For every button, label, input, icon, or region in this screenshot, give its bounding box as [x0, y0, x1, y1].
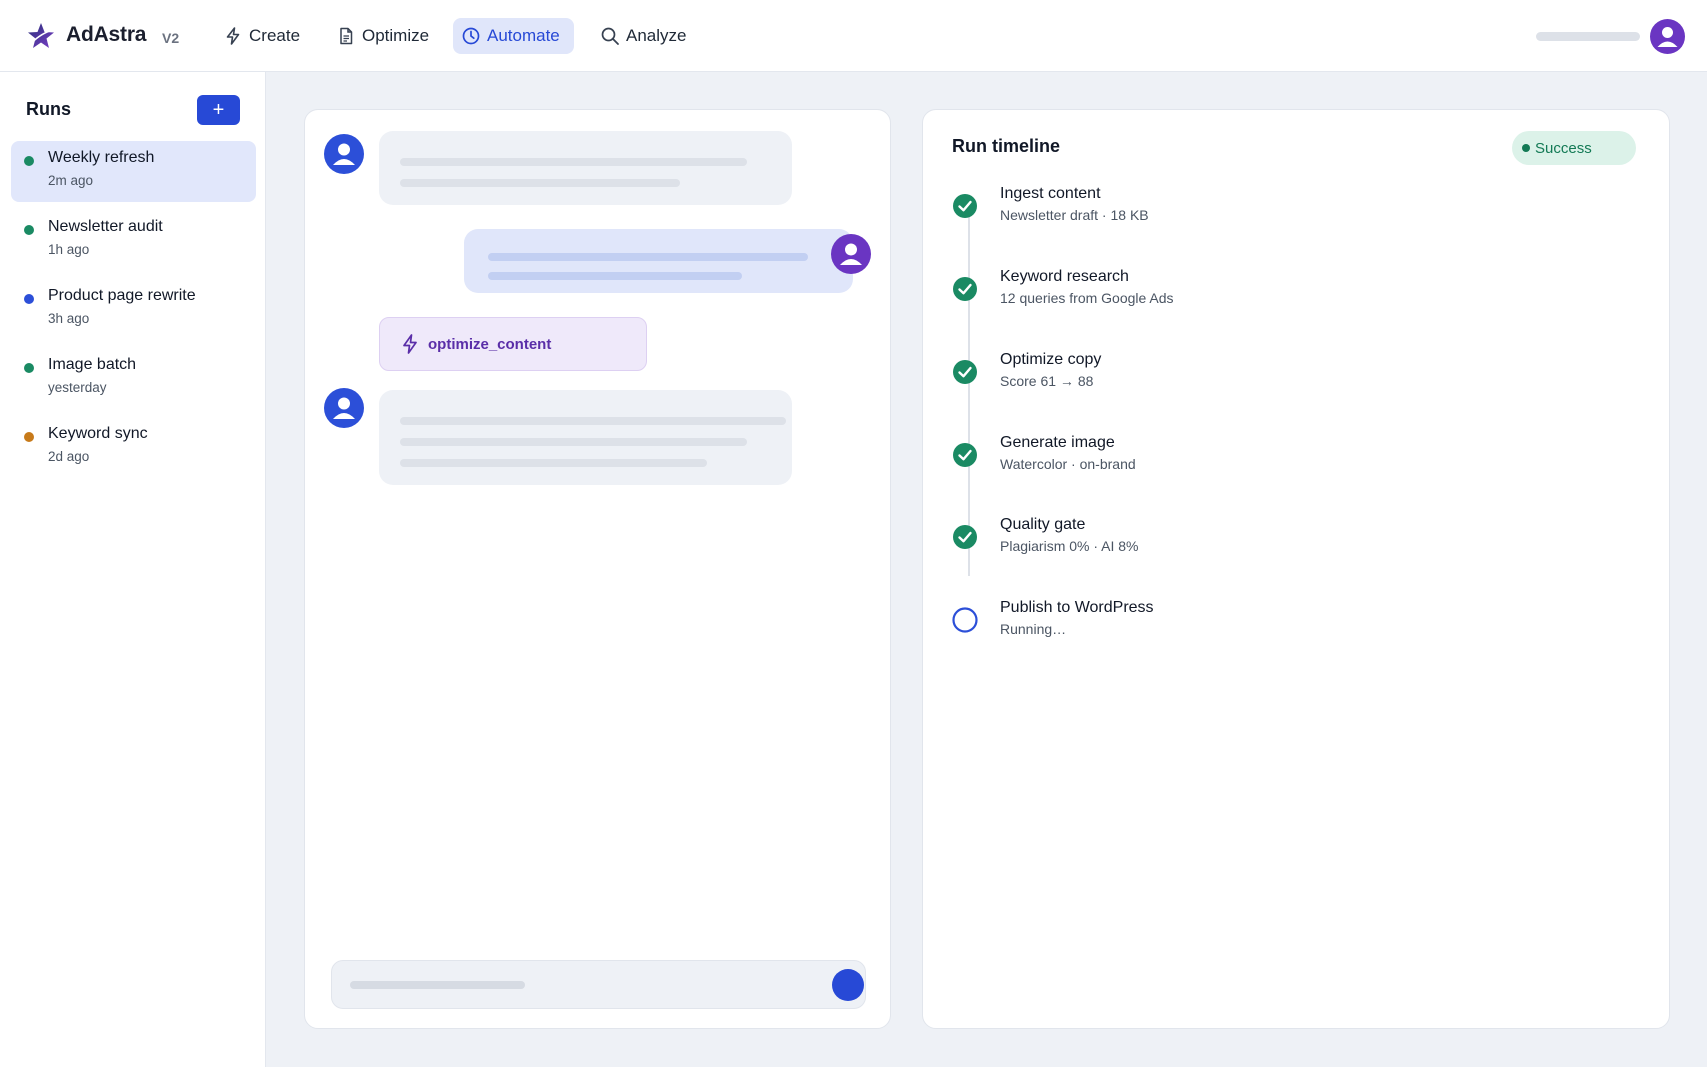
- star-logo-icon[interactable]: [26, 21, 56, 51]
- text-skeleton-line: [488, 272, 742, 280]
- nav-automate-label: Automate: [487, 26, 560, 45]
- user-avatar[interactable]: [1650, 19, 1685, 54]
- assistant-avatar: [324, 134, 364, 174]
- check-circle-icon: [953, 525, 977, 549]
- status-dot: [24, 363, 34, 373]
- run-time: 2d ago: [48, 449, 90, 464]
- run-time: 1h ago: [48, 242, 90, 257]
- assistant-avatar: [324, 388, 364, 428]
- nav-automate[interactable]: Automate: [453, 18, 574, 54]
- run-name: Image batch: [48, 356, 137, 373]
- check-circle-icon: [953, 277, 977, 301]
- composer-placeholder-skeleton: [350, 981, 525, 989]
- top-bar: AdAstra V2 Create Optimize Automate Anal…: [0, 0, 1707, 72]
- nav-optimize-label: Optimize: [362, 26, 430, 45]
- status-dot: [24, 432, 34, 442]
- run-time: yesterday: [48, 380, 107, 395]
- nav-create-label: Create: [249, 26, 301, 45]
- user-message-bubble: [464, 229, 853, 293]
- send-button[interactable]: [832, 969, 864, 1001]
- status-badge-label: Success: [1535, 139, 1592, 157]
- timeline-step: Generate image Watercolor · on-brand: [952, 434, 1552, 494]
- run-timeline-panel: Run timeline Success Ingest content News…: [922, 109, 1670, 1029]
- run-item[interactable]: Product page rewrite 3h ago: [11, 279, 256, 340]
- text-skeleton-line: [400, 459, 707, 467]
- nav-analyze-label: Analyze: [626, 26, 687, 45]
- nav-analyze[interactable]: Analyze: [592, 18, 694, 54]
- timeline-step: Keyword research 12 queries from Google …: [952, 268, 1552, 328]
- status-badge: Success: [1512, 131, 1636, 165]
- text-skeleton-line: [400, 158, 747, 166]
- search-icon: [601, 27, 619, 45]
- step-title: Publish to WordPress: [1000, 599, 1154, 616]
- document-icon: [340, 27, 353, 45]
- text-skeleton-line: [488, 253, 808, 261]
- search-placeholder-bar[interactable]: [1536, 32, 1640, 41]
- run-item[interactable]: Keyword sync 2d ago: [11, 417, 256, 478]
- chat-panel: optimize_content: [304, 109, 891, 1029]
- timeline-step: Ingest content Newsletter draft · 18 KB: [952, 185, 1552, 245]
- run-name: Product page rewrite: [48, 287, 196, 304]
- brand-name: AdAstra: [66, 23, 147, 46]
- timeline-step: Quality gate Plagiarism 0% · AI 8%: [952, 516, 1552, 576]
- check-circle-icon: [953, 360, 977, 384]
- message-composer[interactable]: [331, 960, 866, 1009]
- tool-call-label: optimize_content: [428, 335, 552, 353]
- step-title: Keyword research: [1000, 268, 1129, 285]
- step-title: Generate image: [1000, 434, 1115, 451]
- step-subtitle: Score 61 → 88: [1000, 373, 1094, 389]
- step-subtitle: Newsletter draft · 18 KB: [1000, 207, 1149, 223]
- run-time: 2m ago: [48, 173, 94, 188]
- step-title: Optimize copy: [1000, 351, 1102, 368]
- message-bubble: [379, 390, 792, 485]
- user-icon: [1657, 27, 1678, 47]
- run-item[interactable]: Image batch yesterday: [11, 348, 256, 409]
- version-badge: V2: [162, 30, 180, 46]
- runs-sidebar: Runs + Weekly refresh 2m ago Newsletter …: [0, 72, 266, 1067]
- user-icon: [333, 397, 355, 419]
- text-skeleton-line: [400, 179, 680, 187]
- status-dot: [1522, 144, 1530, 152]
- user-avatar: [831, 234, 871, 274]
- step-title: Quality gate: [1000, 516, 1086, 533]
- run-time: 3h ago: [48, 311, 90, 326]
- runs-title: Runs: [26, 99, 71, 119]
- pending-circle-icon: [952, 607, 978, 633]
- timeline-title: Run timeline: [952, 136, 1061, 156]
- step-title: Ingest content: [1000, 185, 1101, 202]
- run-item[interactable]: Newsletter audit 1h ago: [11, 210, 256, 271]
- run-name: Keyword sync: [48, 425, 148, 442]
- status-dot: [24, 156, 34, 166]
- run-name: Newsletter audit: [48, 218, 163, 235]
- text-skeleton-line: [400, 438, 747, 446]
- step-subtitle: Plagiarism 0% · AI 8%: [1000, 538, 1139, 554]
- message-bubble: [379, 131, 792, 205]
- timeline-step: Publish to WordPress Running…: [952, 599, 1552, 659]
- clock-icon: [462, 27, 480, 45]
- check-circle-icon: [953, 194, 977, 218]
- tool-call-chip[interactable]: optimize_content: [379, 317, 647, 371]
- text-skeleton-line: [400, 417, 786, 425]
- check-circle-icon: [953, 443, 977, 467]
- bolt-icon: [403, 334, 417, 354]
- nav-optimize[interactable]: Optimize: [328, 18, 437, 54]
- bolt-icon: [226, 27, 240, 45]
- run-item[interactable]: Weekly refresh 2m ago: [11, 141, 256, 202]
- user-icon: [333, 143, 355, 165]
- add-run-button[interactable]: +: [197, 95, 240, 125]
- status-dot: [24, 225, 34, 235]
- run-name: Weekly refresh: [48, 149, 155, 166]
- step-subtitle: Watercolor · on-brand: [1000, 456, 1136, 472]
- timeline-step: Optimize copy Score 61 → 88: [952, 351, 1552, 411]
- nav-create[interactable]: Create: [215, 18, 308, 54]
- runs-list: Weekly refresh 2m ago Newsletter audit 1…: [11, 141, 256, 486]
- status-dot: [24, 294, 34, 304]
- step-subtitle: Running…: [1000, 621, 1067, 637]
- user-icon: [840, 243, 862, 265]
- step-subtitle: 12 queries from Google Ads: [1000, 290, 1174, 306]
